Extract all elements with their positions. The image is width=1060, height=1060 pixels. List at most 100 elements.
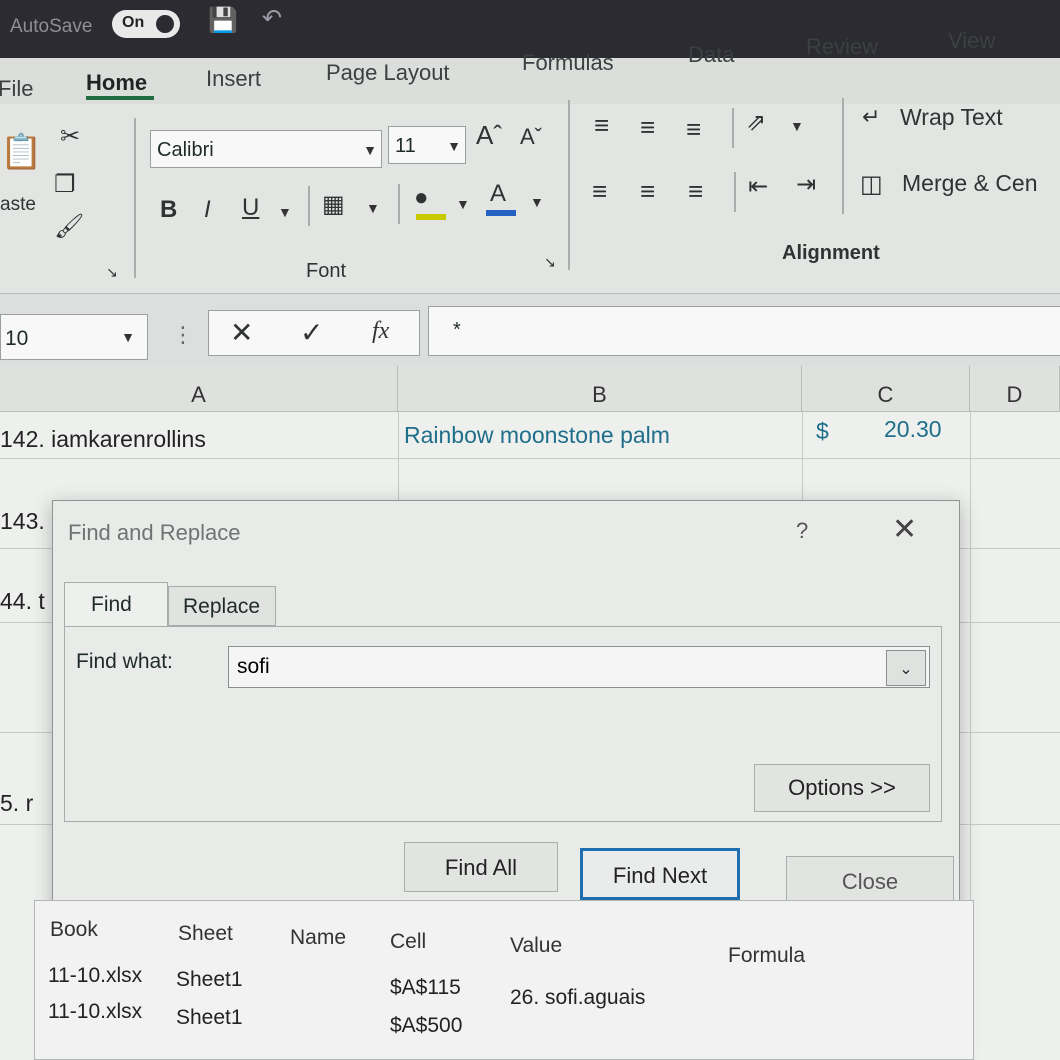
name-box-value: 10 [5,327,29,350]
column-header-c[interactable]: C [802,366,970,412]
separator [732,108,734,148]
tab-insert[interactable]: Insert [206,66,261,92]
cell-c142-value[interactable]: 20.30 [884,416,942,443]
font-color-button[interactable]: A [490,180,506,208]
more-icon: ⋮ [172,322,194,347]
tab-data[interactable]: Data [688,42,734,68]
cut-icon[interactable]: ✂ [60,122,80,151]
align-top-icon[interactable]: ≡ [594,110,609,141]
align-bottom-icon[interactable]: ≡ [686,114,701,145]
decrease-indent-icon[interactable]: ⇤ [748,172,768,201]
font-launcher-icon[interactable]: ↘ [544,254,556,271]
column-header-a[interactable]: A [0,366,398,412]
close-button[interactable]: Close [786,856,954,906]
chevron-down-icon: ▼ [447,138,461,154]
merge-center-icon[interactable]: ◫ [860,170,883,199]
tab-file[interactable]: File [0,76,33,102]
result-sheet[interactable]: Sheet1 [176,968,243,992]
chevron-down-icon[interactable]: ▼ [366,200,380,216]
row-divider [0,458,1060,459]
result-book[interactable]: 11-10.xlsx [48,964,142,988]
wrap-text-icon[interactable]: ↵ [862,104,880,130]
chevron-down-icon[interactable]: ▼ [790,118,804,134]
tab-review[interactable]: Review [806,34,878,60]
column-header-b[interactable]: B [398,366,802,412]
group-label-alignment: Alignment [782,242,880,264]
tab-find[interactable]: Find [64,582,168,626]
tab-view[interactable]: View [948,28,995,54]
wrap-text-button[interactable]: Wrap Text [900,104,1003,131]
chevron-down-icon[interactable]: ▼ [456,196,470,212]
options-button[interactable]: Options >> [754,764,930,812]
close-icon[interactable]: ✕ [892,512,917,547]
shrink-font-icon[interactable]: Aˇ [520,124,542,150]
column-header-d[interactable]: D [970,366,1060,412]
italic-button[interactable]: I [204,196,211,224]
find-all-button[interactable]: Find All [404,842,558,892]
result-value[interactable]: 26. sofi.aguais [510,986,645,1010]
chevron-down-icon: ▼ [121,329,135,345]
cell-a145[interactable]: 5. r [0,790,33,817]
cell-c142-currency[interactable]: $ [816,418,829,445]
find-what-label: Find what: [76,650,173,673]
column-divider [802,412,803,502]
formula-input[interactable]: * [428,306,1060,356]
underline-button[interactable]: U [242,194,259,222]
cell-a142[interactable]: 142. iamkarenrollins [0,426,206,453]
font-size-select[interactable]: 11 ▼ [388,126,466,164]
tab-home[interactable]: Home [86,70,147,96]
chevron-down-icon[interactable]: ▼ [530,194,544,210]
help-button[interactable]: ? [796,518,808,544]
tab-replace[interactable]: Replace [168,586,276,626]
chevron-down-icon: ▼ [363,142,377,158]
autosave-toggle[interactable]: On [112,10,180,38]
cancel-icon[interactable]: ✕ [230,316,253,349]
results-header-formula[interactable]: Formula [728,944,805,968]
grow-font-icon[interactable]: Aˆ [476,120,502,151]
format-painter-icon[interactable]: 🖌 [54,212,84,241]
align-left-icon[interactable]: ≡ [592,176,607,207]
save-icon[interactable]: 💾 [208,6,238,35]
find-next-button[interactable]: Find Next [580,848,740,900]
name-box[interactable]: 10 ▼ [0,314,148,360]
clipboard-launcher-icon[interactable]: ↘ [106,264,118,281]
chevron-down-icon: ⌄ [899,661,913,678]
result-cell[interactable]: $A$115 [390,976,461,1000]
results-list[interactable] [34,900,974,1060]
undo-icon[interactable]: ↶ [262,4,282,33]
result-sheet[interactable]: Sheet1 [176,1006,243,1030]
cell-b142[interactable]: Rainbow moonstone palm [404,422,670,449]
result-cell[interactable]: $A$500 [390,1014,462,1038]
results-header-cell[interactable]: Cell [390,930,426,954]
paste-icon[interactable]: 📋 [0,132,42,172]
merge-center-button[interactable]: Merge & Cen [902,170,1038,197]
copy-icon[interactable]: ❐ [54,170,76,199]
results-header-sheet[interactable]: Sheet [178,922,233,946]
enter-icon[interactable]: ✓ [300,316,323,349]
autosave-label: AutoSave [10,16,93,37]
align-middle-icon[interactable]: ≡ [640,112,655,143]
separator [398,184,400,224]
results-header-value[interactable]: Value [510,934,562,958]
find-what-input[interactable] [228,646,930,688]
insert-function-icon[interactable]: fx [372,318,389,345]
fill-color-icon[interactable]: ● [414,184,429,212]
find-history-dropdown[interactable]: ⌄ [886,650,926,686]
cell-a144[interactable]: 44. t [0,588,45,615]
results-header-book[interactable]: Book [50,918,98,942]
dialog-title: Find and Replace [68,520,241,545]
chevron-down-icon[interactable]: ▼ [278,204,292,220]
formula-value: * [453,319,461,341]
borders-icon[interactable]: ▦ [322,190,345,219]
result-book[interactable]: 11-10.xlsx [48,1000,142,1024]
bold-button[interactable]: B [160,196,177,224]
align-right-icon[interactable]: ≡ [688,176,703,207]
font-name-select[interactable]: Calibri ▼ [150,130,382,168]
increase-indent-icon[interactable]: ⇥ [796,170,816,199]
orientation-icon[interactable]: ⇗ [746,108,766,137]
font-size-value: 11 [395,135,416,157]
tab-page-layout[interactable]: Page Layout [326,60,450,86]
results-header-name[interactable]: Name [290,926,346,950]
tab-formulas[interactable]: Formulas [522,50,614,76]
align-center-icon[interactable]: ≡ [640,176,655,207]
